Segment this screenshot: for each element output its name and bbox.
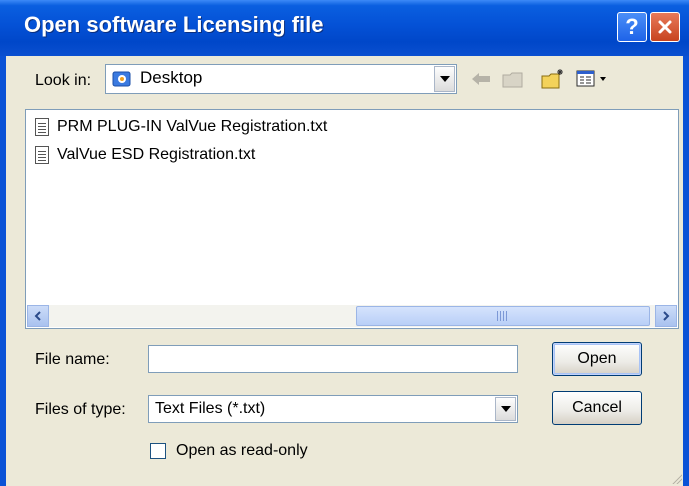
read-only-label[interactable]: Open as read-only [176, 442, 308, 460]
window-frame-right [683, 56, 689, 486]
files-of-type-dropdown-arrow[interactable] [495, 397, 516, 421]
window-title: Open software Licensing file [24, 12, 324, 37]
cancel-button[interactable]: Cancel [552, 391, 642, 425]
help-icon: ? [625, 14, 639, 39]
chevron-left-icon [34, 311, 41, 321]
files-of-type-label: Files of type: [35, 401, 126, 418]
file-list[interactable]: PRM PLUG-IN ValVue Registration.txt ValV… [25, 109, 679, 329]
scroll-right-button[interactable] [655, 305, 677, 327]
scrollbar-thumb[interactable] [356, 306, 650, 326]
look-in-dropdown-arrow[interactable] [434, 66, 455, 92]
back-button[interactable] [468, 66, 494, 92]
open-button[interactable]: Open [552, 342, 642, 376]
look-in-dropdown[interactable]: Desktop [105, 64, 457, 94]
desktop-icon [112, 71, 131, 87]
scrollbar-grip [497, 311, 509, 321]
horizontal-scrollbar[interactable] [27, 305, 677, 327]
file-name-label: File name: [35, 351, 110, 368]
file-name-field[interactable] [148, 345, 518, 373]
window-frame-left [0, 56, 6, 486]
look-in-value: Desktop [140, 68, 203, 87]
new-folder-icon [541, 69, 563, 89]
up-one-level-button[interactable] [500, 66, 526, 92]
list-item[interactable]: PRM PLUG-IN ValVue Registration.txt [35, 116, 327, 138]
text-file-icon [35, 118, 49, 136]
list-item[interactable]: ValVue ESD Registration.txt [35, 144, 255, 166]
resize-grip[interactable] [670, 472, 682, 484]
chevron-right-icon [663, 311, 670, 321]
back-arrow-icon [472, 73, 490, 85]
files-of-type-dropdown[interactable]: Text Files (*.txt) [148, 395, 518, 423]
view-menu-button[interactable] [574, 66, 612, 92]
read-only-checkbox[interactable] [150, 443, 166, 459]
look-in-label: Look in: [35, 72, 92, 89]
up-folder-icon [502, 72, 523, 88]
file-name: PRM PLUG-IN ValVue Registration.txt [57, 118, 328, 135]
close-button[interactable] [650, 12, 680, 42]
title-bar[interactable]: Open software Licensing file ? [0, 0, 689, 56]
file-name: ValVue ESD Registration.txt [57, 146, 256, 163]
text-file-icon [35, 146, 49, 164]
scroll-left-button[interactable] [27, 305, 49, 327]
new-folder-button[interactable] [540, 66, 566, 92]
view-menu-icon [576, 70, 606, 87]
files-of-type-value: Text Files (*.txt) [155, 400, 266, 417]
open-file-dialog: Open software Licensing file ? Look in: … [0, 0, 689, 486]
help-button[interactable]: ? [617, 12, 647, 42]
close-icon [658, 20, 672, 34]
